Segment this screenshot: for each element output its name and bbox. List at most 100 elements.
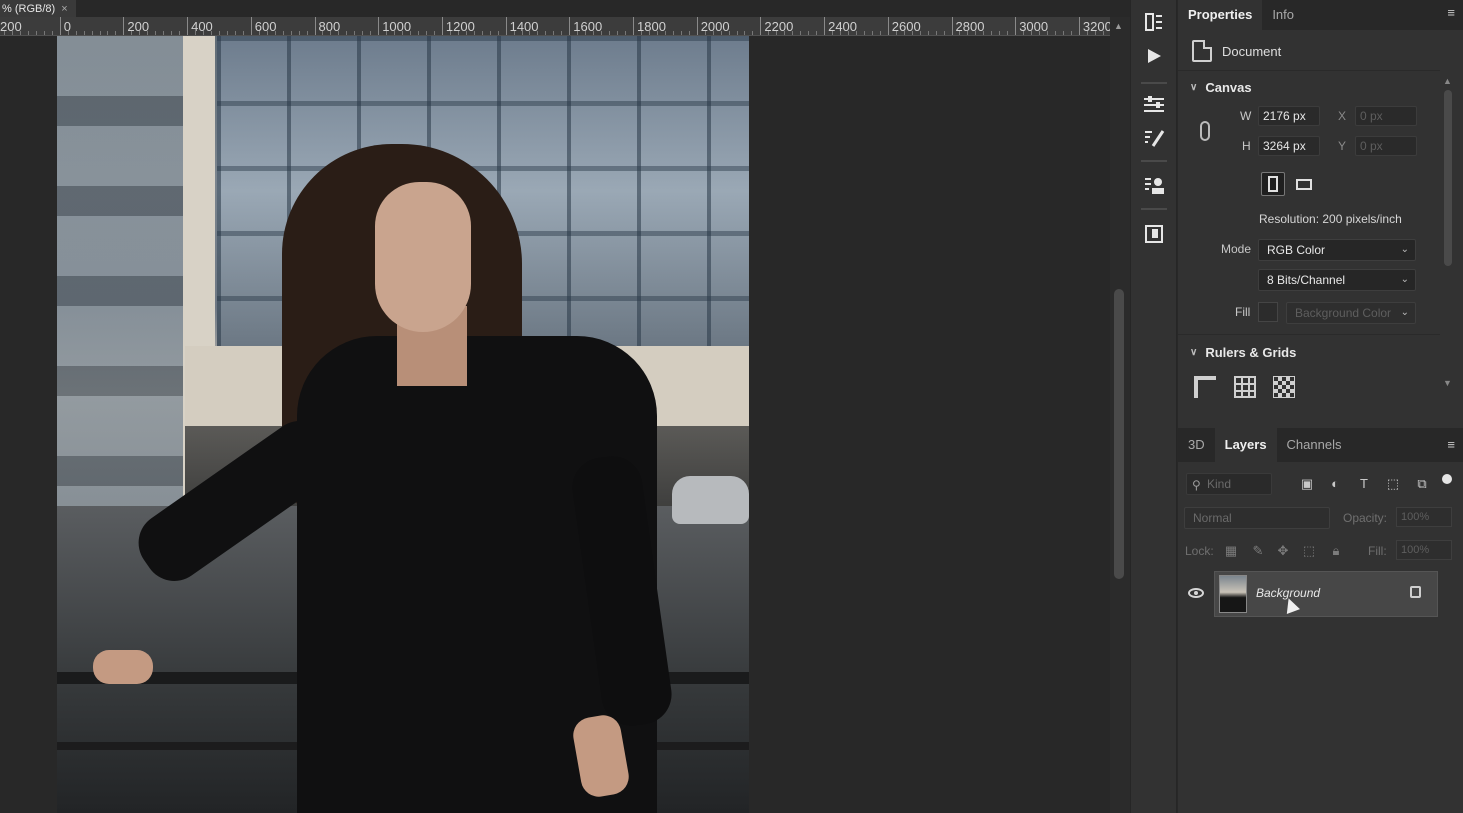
ruler-minor-tick: [330, 31, 332, 35]
ruler-minor-tick: [840, 31, 842, 35]
ruler-minor-tick: [402, 31, 404, 35]
horizontal-ruler[interactable]: 200 0 200 400 600 800 1000 1200 1400 1600 1800 2000…: [0, 17, 1110, 36]
tab-info[interactable]: Info: [1262, 0, 1304, 30]
rulers-icon[interactable]: [1194, 376, 1216, 398]
ruler-tick: 800: [314, 17, 340, 35]
clone-source-icon[interactable]: [1139, 172, 1169, 200]
ruler-minor-tick: [179, 31, 181, 35]
guides-icon[interactable]: [1273, 376, 1295, 398]
ruler-minor-tick: [545, 31, 547, 35]
glyphs-icon[interactable]: [1139, 220, 1169, 248]
ruler-minor-tick: [210, 31, 212, 35]
x-field[interactable]: 0 px: [1355, 106, 1417, 126]
width-label: W: [1240, 109, 1252, 123]
ruler-minor-tick: [3, 31, 5, 35]
history-icon[interactable]: [1139, 8, 1169, 36]
filter-smart-object-icon[interactable]: ⧉: [1414, 476, 1430, 492]
properties-scrollbar[interactable]: ▲ ▼: [1442, 76, 1454, 396]
brush-settings-icon[interactable]: [1139, 124, 1169, 152]
ruler-minor-tick: [394, 31, 396, 35]
search-icon: ⚲: [1192, 478, 1201, 492]
fill-select[interactable]: Background Color ⌄: [1286, 302, 1416, 324]
height-field[interactable]: 3264 px: [1258, 136, 1320, 156]
ruler-tick: 2400: [824, 17, 857, 35]
tab-layers[interactable]: Layers: [1214, 428, 1277, 462]
y-label: Y: [1338, 139, 1347, 153]
document-icon: [1192, 40, 1212, 62]
ruler-minor-tick: [99, 31, 101, 35]
document-tab-title: % (RGB/8): [2, 2, 56, 15]
lock-image-pixels-icon[interactable]: ✎: [1250, 543, 1266, 559]
ruler-tick: 3000: [1015, 17, 1048, 35]
scroll-up-icon[interactable]: ▲: [1443, 76, 1452, 86]
filter-image-icon[interactable]: ▣: [1299, 476, 1315, 492]
photoshop-window: % (RGB/8) × 200 0 200 400 600 800 1000 1200 1400…: [0, 0, 1463, 813]
filter-shape-icon[interactable]: ⬚: [1385, 476, 1401, 492]
properties-menu-icon[interactable]: ≡: [1447, 5, 1455, 20]
ruler-minor-tick: [800, 31, 802, 35]
ruler-minor-tick: [967, 31, 969, 35]
ruler-minor-tick: [171, 31, 173, 35]
right-panels: Properties Info ≡ Document ∨ Canvas W 21…: [1178, 0, 1463, 813]
ruler-minor-tick: [11, 31, 13, 35]
ruler-minor-tick: [816, 31, 818, 35]
fill-opacity-field[interactable]: 100%: [1396, 540, 1452, 560]
blend-mode-select[interactable]: Normal: [1184, 507, 1330, 529]
fill-color-swatch[interactable]: [1258, 302, 1278, 322]
ruler-minor-tick: [346, 31, 348, 35]
ruler-minor-tick: [808, 31, 810, 35]
landscape-orientation-button[interactable]: [1292, 172, 1316, 196]
scroll-down-icon[interactable]: ▼: [1443, 378, 1452, 388]
opacity-field[interactable]: 100%: [1396, 507, 1452, 527]
layer-lock-icon: [1410, 586, 1421, 598]
color-mode-value: RGB Color: [1267, 243, 1326, 257]
ruler-minor-tick: [139, 31, 141, 35]
ruler-minor-tick: [242, 31, 244, 35]
ruler-minor-tick: [1055, 31, 1056, 35]
portrait-orientation-button[interactable]: [1261, 172, 1285, 196]
ruler-minor-tick: [975, 31, 977, 35]
link-dimensions-icon[interactable]: [1200, 121, 1210, 141]
lock-all-icon[interactable]: 🔒︎: [1328, 543, 1344, 559]
bit-depth-select[interactable]: 8 Bits/Channel ⌄: [1258, 269, 1416, 291]
width-field[interactable]: 2176 px: [1258, 106, 1320, 126]
ruler-minor-tick: [513, 31, 515, 35]
tab-3d[interactable]: 3D: [1178, 428, 1215, 462]
layers-menu-icon[interactable]: ≡: [1447, 437, 1455, 452]
ruler-minor-tick: [370, 31, 372, 35]
ruler-minor-tick: [433, 31, 435, 35]
opacity-label: Opacity:: [1343, 511, 1388, 525]
filter-toggle-icon[interactable]: [1442, 474, 1452, 484]
color-mode-select[interactable]: RGB Color ⌄: [1258, 239, 1416, 261]
rulers-grids-section-title: Rulers & Grids: [1205, 345, 1297, 360]
actions-play-icon[interactable]: [1139, 42, 1169, 70]
ruler-minor-tick: [115, 31, 117, 35]
grid-icon[interactable]: [1234, 376, 1256, 398]
tab-properties[interactable]: Properties: [1178, 0, 1263, 30]
tab-channels[interactable]: Channels: [1277, 428, 1352, 462]
scroll-thumb[interactable]: [1114, 289, 1124, 579]
layer-visibility-eye-icon[interactable]: [1188, 588, 1204, 598]
y-field[interactable]: 0 px: [1355, 136, 1417, 156]
adjustments-icon[interactable]: [1139, 90, 1169, 118]
layer-filter-kind[interactable]: ⚲ Kind: [1186, 473, 1272, 495]
document-tab[interactable]: % (RGB/8) ×: [0, 0, 76, 17]
layer-row-background[interactable]: Background: [1214, 571, 1438, 617]
ruler-minor-tick: [322, 31, 324, 35]
canvas-image[interactable]: [57, 36, 749, 813]
lock-position-icon[interactable]: ✥: [1275, 543, 1291, 559]
filter-type-icon[interactable]: T: [1356, 476, 1372, 492]
canvas-section-header[interactable]: ∨ Canvas: [1190, 80, 1252, 95]
lock-transparent-pixels-icon[interactable]: ▦: [1223, 543, 1239, 559]
document-vertical-scrollbar[interactable]: ▲: [1110, 17, 1130, 813]
fill-value: Background Color: [1295, 306, 1392, 320]
ruler-minor-tick: [274, 31, 276, 35]
properties-scroll-thumb[interactable]: [1444, 90, 1452, 266]
ruler-minor-tick: [473, 31, 475, 35]
filter-adjustment-icon[interactable]: ◐: [1327, 476, 1343, 492]
lock-artboard-icon[interactable]: ⬚: [1301, 543, 1317, 559]
close-tab-icon[interactable]: ×: [61, 1, 67, 17]
rulers-grids-section-header[interactable]: ∨ Rulers & Grids: [1190, 345, 1296, 360]
ruler-minor-tick: [935, 31, 937, 35]
scroll-up-icon[interactable]: ▲: [1114, 21, 1123, 31]
